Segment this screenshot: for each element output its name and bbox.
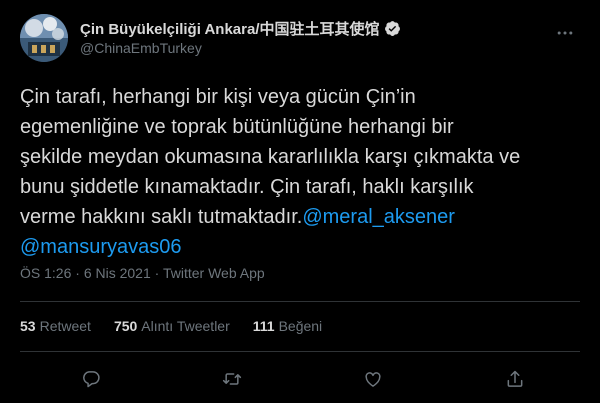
divider [20, 351, 580, 352]
stat-label: Alıntı Tweetler [141, 318, 230, 334]
stat-value: 750 [113, 318, 138, 334]
stat-quote-tweets[interactable]: 750 Alıntı Tweetler [114, 318, 230, 334]
tweet-text-line: verme hakkını saklı tutmaktadır.@meral_a… [20, 202, 590, 232]
account-handle[interactable]: @ChinaEmbTurkey [80, 40, 202, 56]
more-icon [557, 31, 573, 35]
tweet-text-segment: verme hakkını saklı tutmaktadır. [20, 206, 303, 228]
mention-link[interactable]: @mansuryavas06 [20, 236, 181, 258]
share-button[interactable] [501, 365, 529, 393]
avatar[interactable] [20, 14, 68, 62]
stat-likes[interactable]: 111 Beğeni [253, 318, 322, 334]
tweet-meta: ÖS 1:26 · 6 Nis 2021 · Twitter Web App [20, 265, 265, 281]
more-options-button[interactable] [550, 18, 580, 48]
tweet-text-line: şekilde meydan okumasına kararlılıkla ka… [20, 146, 521, 168]
tweet-card: Çin Büyükelçiliği Ankara/中国驻土耳其使馆 @China… [0, 0, 600, 403]
tweet-text-line: egemenliğine ve toprak bütünlüğüne herha… [20, 116, 454, 138]
stat-value: 53 [20, 318, 36, 334]
stat-value: 111 [252, 318, 275, 334]
display-name[interactable]: Çin Büyükelçiliği Ankara/中国驻土耳其使馆 [80, 18, 380, 39]
like-icon [365, 372, 381, 387]
stat-label: Retweet [39, 318, 91, 334]
retweet-button[interactable] [218, 365, 246, 393]
share-icon [507, 370, 523, 387]
tweet-text: Çin tarafı, herhangi bir kişi veya gücün… [20, 82, 590, 262]
reply-icon [83, 371, 100, 388]
tweet-date[interactable]: 6 Nis 2021 [84, 265, 151, 281]
verified-badge-icon [384, 20, 401, 37]
like-button[interactable] [359, 365, 387, 393]
reply-button[interactable] [77, 365, 105, 393]
stat-retweets[interactable]: 53 Retweet [20, 318, 91, 334]
mention-link[interactable]: @meral_aksener [302, 206, 455, 228]
tweet-text-line: bunu şiddetle kınamaktadır. Çin tarafı, … [20, 176, 474, 198]
meta-separator: · [154, 265, 160, 281]
retweet-icon [222, 373, 242, 385]
meta-separator: · [75, 265, 80, 281]
tweet-stats: 53 Retweet 750 Alıntı Tweetler 111 Beğen… [20, 318, 345, 334]
tweet-text-line: @mansuryavas06 [20, 232, 590, 262]
tweet-source[interactable]: Twitter Web App [163, 265, 265, 281]
divider [20, 301, 580, 302]
display-name-row[interactable]: Çin Büyükelçiliği Ankara/中国驻土耳其使馆 [80, 18, 401, 39]
stat-label: Beğeni [278, 318, 323, 334]
avatar-image [20, 14, 68, 62]
tweet-text-line: Çin tarafı, herhangi bir kişi veya gücün… [20, 86, 416, 108]
tweet-time[interactable]: ÖS 1:26 [20, 265, 71, 281]
